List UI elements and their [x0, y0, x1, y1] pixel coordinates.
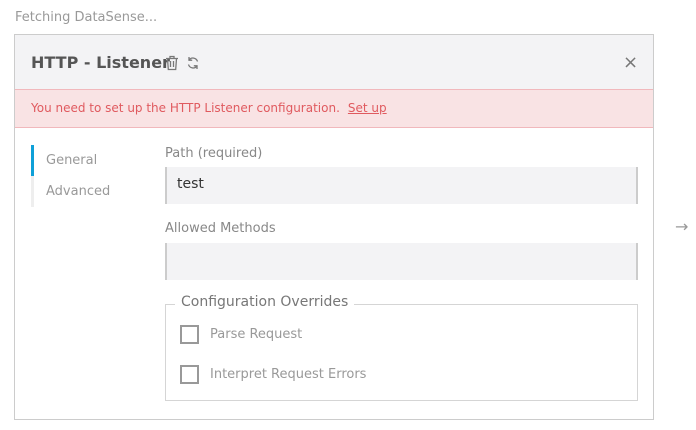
allowed-methods-label: Allowed Methods — [165, 221, 276, 236]
config-overrides-legend: Configuration Overrides — [175, 294, 355, 310]
sidebar-item-general[interactable]: General — [46, 153, 97, 168]
config-alert: You need to set up the HTTP Listener con… — [15, 89, 653, 128]
trash-icon[interactable] — [165, 55, 179, 71]
path-input[interactable]: test — [165, 167, 638, 204]
setup-link[interactable]: Set up — [348, 101, 387, 115]
config-overrides-fieldset — [165, 304, 638, 401]
status-text: Fetching DataSense... — [15, 10, 158, 25]
interpret-request-errors-label: Interpret Request Errors — [210, 367, 367, 382]
sidebar-item-advanced[interactable]: Advanced — [46, 184, 110, 199]
refresh-icon[interactable] — [186, 55, 200, 71]
active-indicator — [31, 145, 34, 176]
panel-title: HTTP - Listener — [31, 53, 170, 72]
allowed-methods-input[interactable] — [165, 243, 638, 280]
path-label: Path (required) — [165, 146, 263, 161]
close-icon[interactable]: × — [623, 52, 638, 73]
arrow-right-icon[interactable]: → — [675, 217, 688, 236]
parse-request-label: Parse Request — [210, 327, 303, 342]
parse-request-checkbox[interactable] — [180, 325, 199, 344]
panel-header: HTTP - Listener × — [15, 35, 653, 89]
interpret-request-errors-checkbox[interactable] — [180, 365, 199, 384]
alert-message: You need to set up the HTTP Listener con… — [31, 101, 340, 115]
listener-panel: HTTP - Listener × You need to set up the… — [14, 34, 654, 420]
